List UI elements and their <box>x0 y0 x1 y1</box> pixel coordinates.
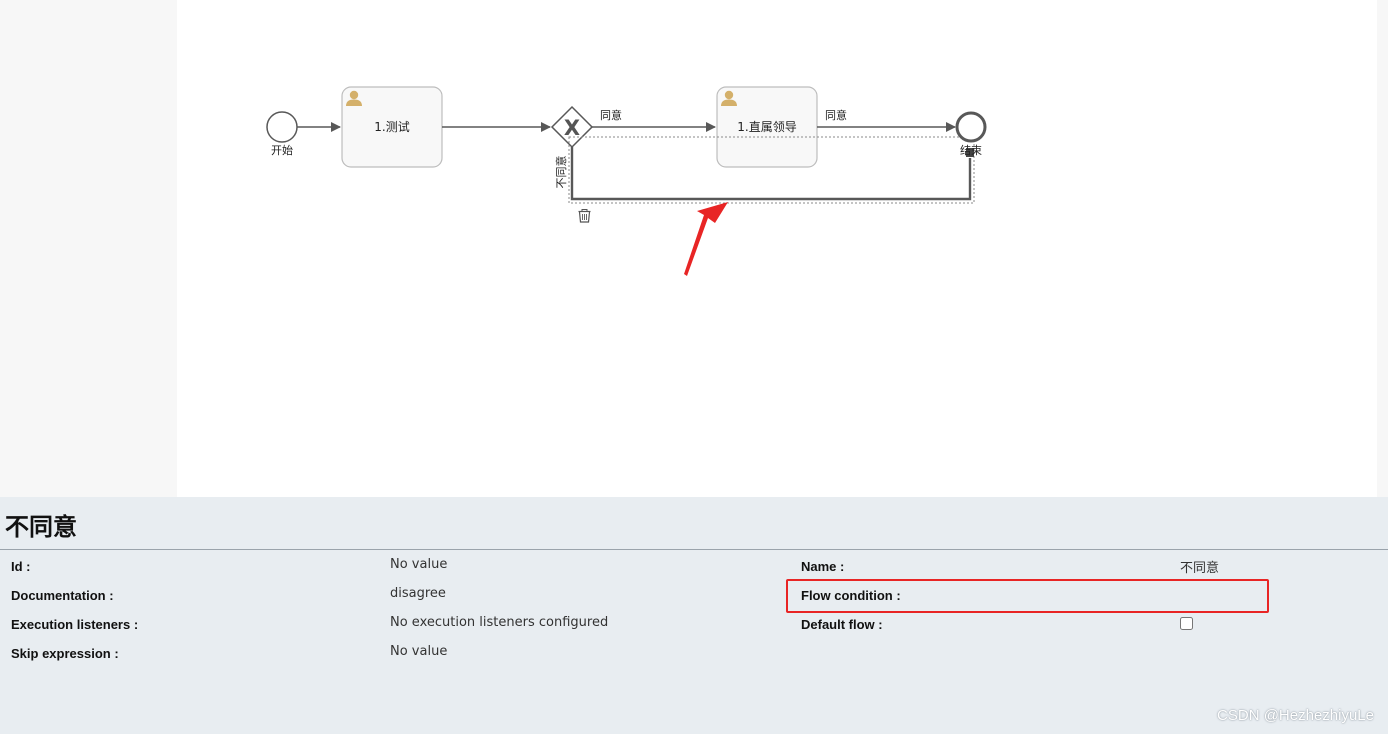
user-task-2-label: 1.直属领导 <box>737 120 796 134</box>
skip-expression-label: Skip expression : <box>11 646 119 661</box>
gateway-x-icon: X <box>564 116 580 140</box>
properties-panel: 不同意 Id : No value Documentation : disagr… <box>0 497 1388 734</box>
flow-agree-label-1: 同意 <box>600 108 622 122</box>
user-task-1-label: 1.测试 <box>374 119 409 134</box>
id-label: Id : <box>11 559 31 574</box>
annotation-red-arrow <box>684 202 728 276</box>
default-flow-checkbox[interactable] <box>1180 617 1193 630</box>
documentation-label: Documentation : <box>11 588 114 603</box>
id-value[interactable]: No value <box>390 557 447 572</box>
diagram-canvas[interactable]: 开始 1.测试 X 同意 1.直属领导 同意 不同意 结束 <box>177 0 1377 497</box>
name-value[interactable]: 不同意 <box>1180 557 1219 576</box>
skip-expression-value[interactable]: No value <box>390 644 447 659</box>
execution-listeners-label: Execution listeners : <box>11 617 139 632</box>
execution-listeners-value[interactable]: No execution listeners configured <box>390 615 608 630</box>
watermark: CSDN @HezhezhiyuLe <box>1217 707 1374 724</box>
end-event[interactable] <box>955 111 987 143</box>
trash-icon[interactable] <box>578 209 591 223</box>
documentation-value[interactable]: disagree <box>390 586 446 601</box>
flow-agree-label-2: 同意 <box>825 108 847 122</box>
flow-condition-highlight-box <box>786 579 1269 613</box>
left-sidebar-strip <box>0 0 177 497</box>
bpmn-diagram[interactable]: 开始 1.测试 X 同意 1.直属领导 同意 不同意 结束 <box>177 0 1377 497</box>
properties-divider <box>0 549 1388 550</box>
properties-title: 不同意 <box>5 513 77 541</box>
default-flow-label: Default flow : <box>801 617 883 632</box>
start-event-label: 开始 <box>271 143 293 157</box>
flow-disagree-label: 不同意 <box>554 156 568 189</box>
start-event[interactable] <box>266 111 298 143</box>
name-label: Name : <box>801 559 845 574</box>
end-event-label: 结束 <box>960 144 982 157</box>
right-sidebar-strip <box>1377 0 1388 497</box>
